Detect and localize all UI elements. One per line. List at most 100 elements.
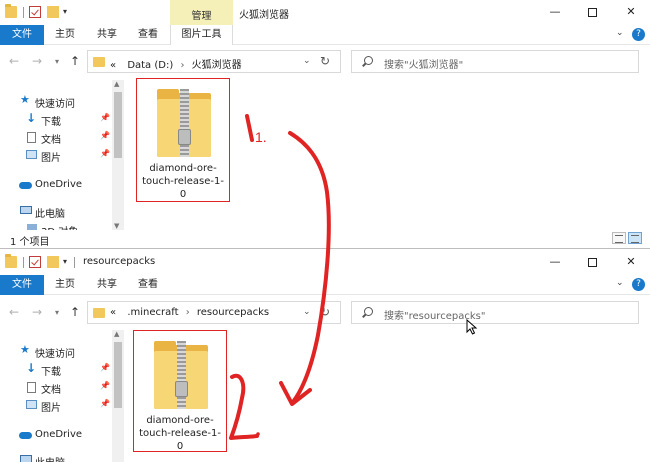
tab-home[interactable]: 主页 (50, 25, 80, 45)
nav-item-pictures[interactable]: 图片 📌 (0, 146, 112, 164)
cloud-icon (19, 432, 32, 439)
ribbon-tabs: 文件 主页 共享 查看 图片工具 ⌄ ? (0, 25, 650, 45)
chevron-down-icon[interactable]: ⌄ (303, 56, 311, 66)
expand-ribbon-icon[interactable]: ⌄ (616, 278, 624, 288)
tab-picture-tools[interactable]: 图片工具 (170, 25, 233, 45)
nav-item-downloads[interactable]: ↓ 下载 📌 (0, 110, 112, 128)
up-arrow-icon[interactable]: ↑ (70, 54, 80, 68)
new-folder-icon[interactable] (47, 6, 59, 18)
nav-item-onedrive[interactable]: OneDrive (0, 426, 112, 444)
refresh-icon[interactable]: ↻ (320, 305, 330, 319)
explorer-window-destination: ▾ resourcepacks — ✕ 文件 主页 共享 查看 ⌄ ? ← → … (0, 250, 650, 462)
forward-arrow-icon[interactable]: → (32, 54, 42, 68)
large-icons-view-button[interactable] (628, 232, 642, 244)
quick-access-dropdown-icon[interactable]: ▾ (63, 7, 67, 16)
nav-item-documents[interactable]: 文档 📌 (0, 378, 112, 396)
nav-item-downloads[interactable]: ↓ 下载 📌 (0, 360, 112, 378)
back-arrow-icon[interactable]: ← (9, 54, 19, 68)
context-tab-manage[interactable]: 管理 (170, 0, 233, 25)
folder-icon (93, 308, 105, 318)
breadcrumb-item-drive[interactable]: Data (D:) (127, 60, 173, 71)
address-bar[interactable]: « .minecraft › resourcepacks ⌄ ↻ (87, 301, 341, 324)
help-icon[interactable]: ? (632, 28, 645, 41)
zip-folder-icon (157, 89, 211, 157)
minimize-button[interactable]: — (538, 252, 572, 272)
document-icon (27, 132, 36, 143)
scroll-down-icon[interactable]: ▼ (114, 222, 119, 230)
chevron-right-icon[interactable]: › (176, 60, 188, 71)
tab-home[interactable]: 主页 (50, 275, 80, 295)
breadcrumb-item-minecraft[interactable]: .minecraft (127, 307, 178, 318)
maximize-button[interactable] (575, 252, 609, 272)
forward-arrow-icon[interactable]: → (32, 305, 42, 319)
minimize-button[interactable]: — (538, 2, 572, 22)
nav-item-this-pc[interactable]: 此电脑 (0, 451, 112, 462)
download-icon: ↓ (26, 361, 37, 375)
nav-item-label: 图片 (41, 153, 61, 164)
back-arrow-icon[interactable]: ← (9, 305, 19, 319)
search-input[interactable]: 搜索"resourcepacks" (351, 301, 639, 324)
tab-file[interactable]: 文件 (0, 25, 44, 45)
title-bar[interactable]: ▾ resourcepacks — ✕ (0, 250, 650, 275)
nav-item-label: 下载 (41, 117, 61, 128)
nav-pane-scrollbar[interactable]: ▲ ▼ (112, 80, 124, 230)
title-bar[interactable]: ▾ 管理 火狐浏览器 — ✕ (0, 0, 650, 25)
help-icon[interactable]: ? (632, 278, 645, 291)
nav-item-label: 下载 (41, 367, 61, 378)
nav-item-documents[interactable]: 文档 📌 (0, 128, 112, 146)
breadcrumb: « Data (D:) › 火狐浏览器 (110, 56, 242, 71)
up-arrow-icon[interactable]: ↑ (70, 305, 80, 319)
details-view-button[interactable] (612, 232, 626, 244)
breadcrumb-item-resourcepacks[interactable]: resourcepacks (197, 307, 269, 318)
breadcrumb-overflow[interactable]: « (110, 60, 116, 71)
tab-file[interactable]: 文件 (0, 275, 44, 295)
properties-check-icon[interactable] (29, 256, 41, 268)
nav-item-this-pc[interactable]: 此电脑 (0, 202, 112, 220)
tab-share[interactable]: 共享 (92, 25, 122, 45)
refresh-icon[interactable]: ↻ (320, 54, 330, 68)
nav-item-quick-access[interactable]: ★ 快速访问 (0, 342, 112, 360)
pin-icon: 📌 (100, 113, 110, 122)
recent-locations-chevron-icon[interactable]: ▾ (55, 308, 59, 317)
close-button[interactable]: ✕ (614, 2, 648, 22)
tab-share[interactable]: 共享 (92, 275, 122, 295)
expand-ribbon-icon[interactable]: ⌄ (616, 28, 624, 38)
quick-access-dropdown-icon[interactable]: ▾ (63, 257, 67, 266)
maximize-icon (587, 7, 597, 17)
navigation-pane: ★ 快速访问 ↓ 下载 📌 文档 📌 图片 📌 OneDrive 此电脑 (0, 330, 112, 462)
mouse-cursor-icon (466, 319, 478, 335)
new-folder-icon[interactable] (47, 256, 59, 268)
scrollbar-thumb[interactable] (114, 92, 122, 158)
separator (23, 257, 24, 268)
chevron-right-icon[interactable]: › (182, 307, 194, 318)
nav-item-onedrive[interactable]: OneDrive (0, 176, 112, 194)
nav-pane-scrollbar[interactable]: ▲ (112, 330, 124, 462)
search-icon (364, 56, 373, 65)
breadcrumb-item-folder[interactable]: 火狐浏览器 (192, 60, 242, 71)
recent-locations-chevron-icon[interactable]: ▾ (55, 57, 59, 66)
pin-icon: 📌 (100, 381, 110, 390)
search-placeholder: 搜索"火狐浏览器" (384, 60, 464, 71)
nav-item-quick-access[interactable]: ★ 快速访问 (0, 92, 112, 110)
tab-view[interactable]: 查看 (133, 25, 163, 45)
file-item-zip[interactable]: diamond-ore-touch-release-1-0 (133, 330, 227, 452)
nav-item-label: 此电脑 (35, 209, 65, 220)
folder-icon (5, 4, 17, 18)
breadcrumb-overflow[interactable]: « (110, 307, 116, 318)
file-item-zip[interactable]: diamond-ore-touch-release-1-0 (136, 78, 230, 202)
scroll-up-icon[interactable]: ▲ (114, 80, 119, 88)
nav-item-pictures[interactable]: 图片 📌 (0, 396, 112, 414)
scrollbar-thumb[interactable] (114, 342, 122, 408)
address-bar[interactable]: « Data (D:) › 火狐浏览器 ⌄ ↻ (87, 50, 341, 73)
chevron-down-icon[interactable]: ⌄ (303, 307, 311, 317)
close-button[interactable]: ✕ (614, 252, 648, 272)
properties-check-icon[interactable] (29, 6, 41, 18)
tab-view[interactable]: 查看 (133, 275, 163, 295)
scroll-up-icon[interactable]: ▲ (114, 330, 119, 338)
nav-item-label: OneDrive (35, 179, 83, 190)
computer-icon (20, 206, 32, 214)
nav-item-label: 快速访问 (35, 99, 75, 110)
maximize-button[interactable] (575, 2, 609, 22)
search-input[interactable]: 搜索"火狐浏览器" (351, 50, 639, 73)
navigation-bar: ← → ▾ ↑ « .minecraft › resourcepacks ⌄ ↻… (0, 298, 650, 328)
